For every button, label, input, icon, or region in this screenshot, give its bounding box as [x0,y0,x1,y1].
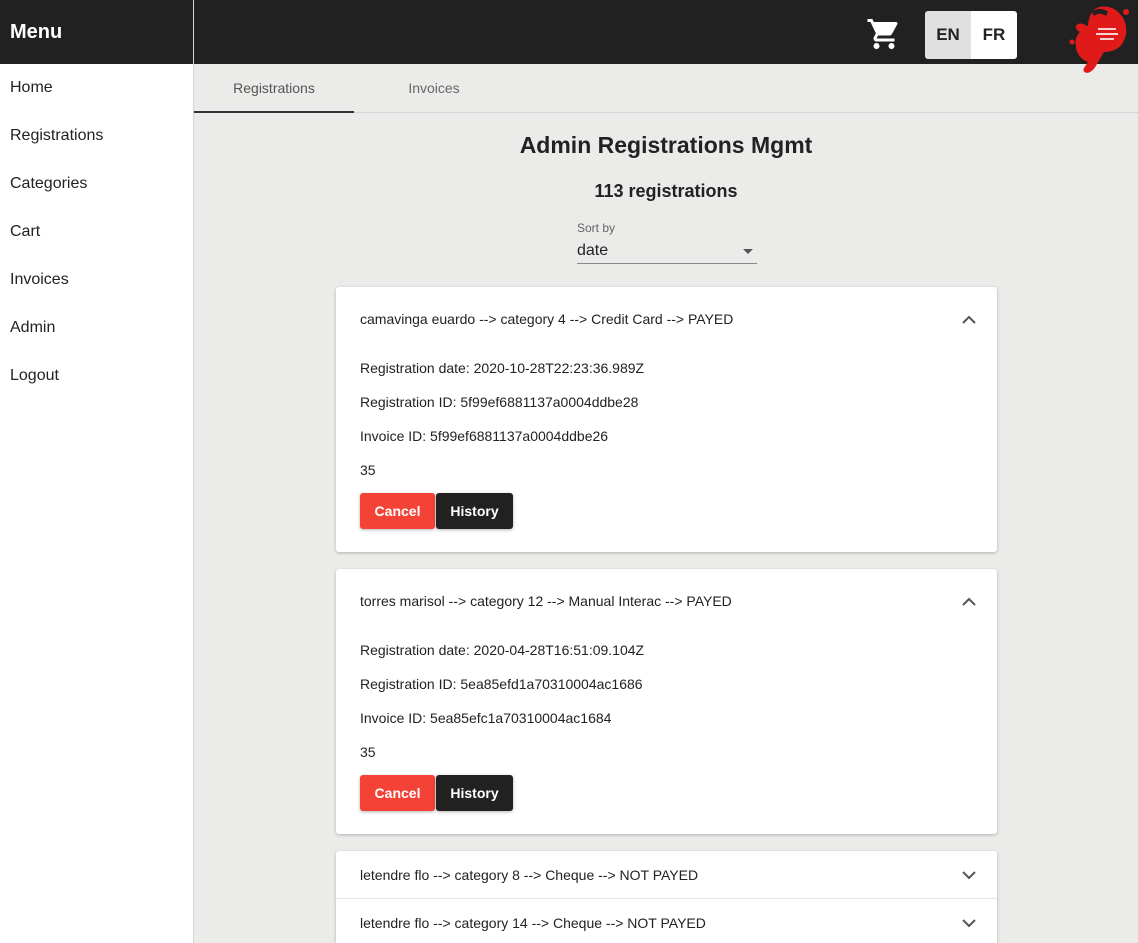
page-title: Admin Registrations Mgmt [519,132,813,158]
dropdown-arrow-icon [743,248,753,254]
sort-value: date [577,242,609,259]
history-button[interactable]: History [436,493,513,529]
registration-summary[interactable]: letendre flo --> category 8 --> Cheque -… [336,851,997,899]
registration-amount: 35 [360,744,376,760]
registration-summary-text: torres marisol --> category 12 --> Manua… [360,593,732,609]
invoice-id: Invoice ID: 5ea85efc1a70310004ac1684 [360,710,612,726]
sidebar-item-logout[interactable]: Logout [0,352,193,400]
registration-amount: 35 [360,462,376,478]
sidebar-nav: Home Registrations Categories Cart Invoi… [0,64,193,400]
registration-card: letendre flo --> category 14 --> Cheque … [336,899,997,943]
registration-details: Registration date: 2020-10-28T22:23:36.9… [336,351,997,545]
cancel-button[interactable]: Cancel [360,493,435,529]
cart-button[interactable] [864,16,904,52]
registration-card: torres marisol --> category 12 --> Manua… [336,569,997,834]
sort-label: Sort by [577,221,616,235]
language-toggle: EN FR [925,11,1017,59]
shopping-cart-icon [867,19,898,49]
registration-count: 113 registrations [594,181,738,201]
registration-summary[interactable]: camavinga euardo --> category 4 --> Cred… [336,287,997,351]
card-actions: Cancel History [360,775,973,811]
card-actions: Cancel History [360,493,973,529]
registration-details: Registration date: 2020-04-28T16:51:09.1… [336,633,997,827]
registration-summary-text: camavinga euardo --> category 4 --> Cred… [360,311,734,327]
registration-summary[interactable]: torres marisol --> category 12 --> Manua… [336,569,997,633]
tab-bar: Registrations Invoices [194,64,1138,113]
registration-date: Registration date: 2020-04-28T16:51:09.1… [360,642,645,658]
registration-date: Registration date: 2020-10-28T22:23:36.9… [360,360,645,376]
lang-fr-button[interactable]: FR [971,11,1017,59]
registration-summary-text: letendre flo --> category 14 --> Cheque … [360,915,706,931]
chevron-down-icon[interactable] [957,863,981,887]
sidebar-item-cart[interactable]: Cart [0,208,193,256]
registration-card: letendre flo --> category 8 --> Cheque -… [336,851,997,899]
sidebar: Menu Home Registrations Categories Cart … [0,0,194,943]
chevron-up-icon[interactable] [957,307,981,331]
chevron-up-icon[interactable] [957,589,981,613]
registration-id: Registration ID: 5f99ef6881137a0004ddbe2… [360,394,639,410]
sidebar-item-admin[interactable]: Admin [0,304,193,352]
tab-registrations[interactable]: Registrations [194,64,354,113]
sidebar-item-registrations[interactable]: Registrations [0,112,193,160]
tab-invoices[interactable]: Invoices [354,64,514,112]
sidebar-item-invoices[interactable]: Invoices [0,256,193,304]
sidebar-title: Menu [0,0,193,64]
cancel-button[interactable]: Cancel [360,775,435,811]
registration-id: Registration ID: 5ea85efd1a70310004ac168… [360,676,643,692]
sort-select[interactable]: date [577,239,757,264]
sort-control: Sort by date [577,221,757,264]
sidebar-item-home[interactable]: Home [0,64,193,112]
registration-card: camavinga euardo --> category 4 --> Cred… [336,287,997,552]
chevron-down-icon[interactable] [957,911,981,935]
history-button[interactable]: History [436,775,513,811]
registration-summary[interactable]: letendre flo --> category 14 --> Cheque … [336,899,997,943]
registration-summary-text: letendre flo --> category 8 --> Cheque -… [360,867,699,883]
top-app-bar: EN FR [194,0,1138,73]
sidebar-item-categories[interactable]: Categories [0,160,193,208]
invoice-id: Invoice ID: 5f99ef6881137a0004ddbe26 [360,428,609,444]
lang-en-button[interactable]: EN [925,11,971,59]
